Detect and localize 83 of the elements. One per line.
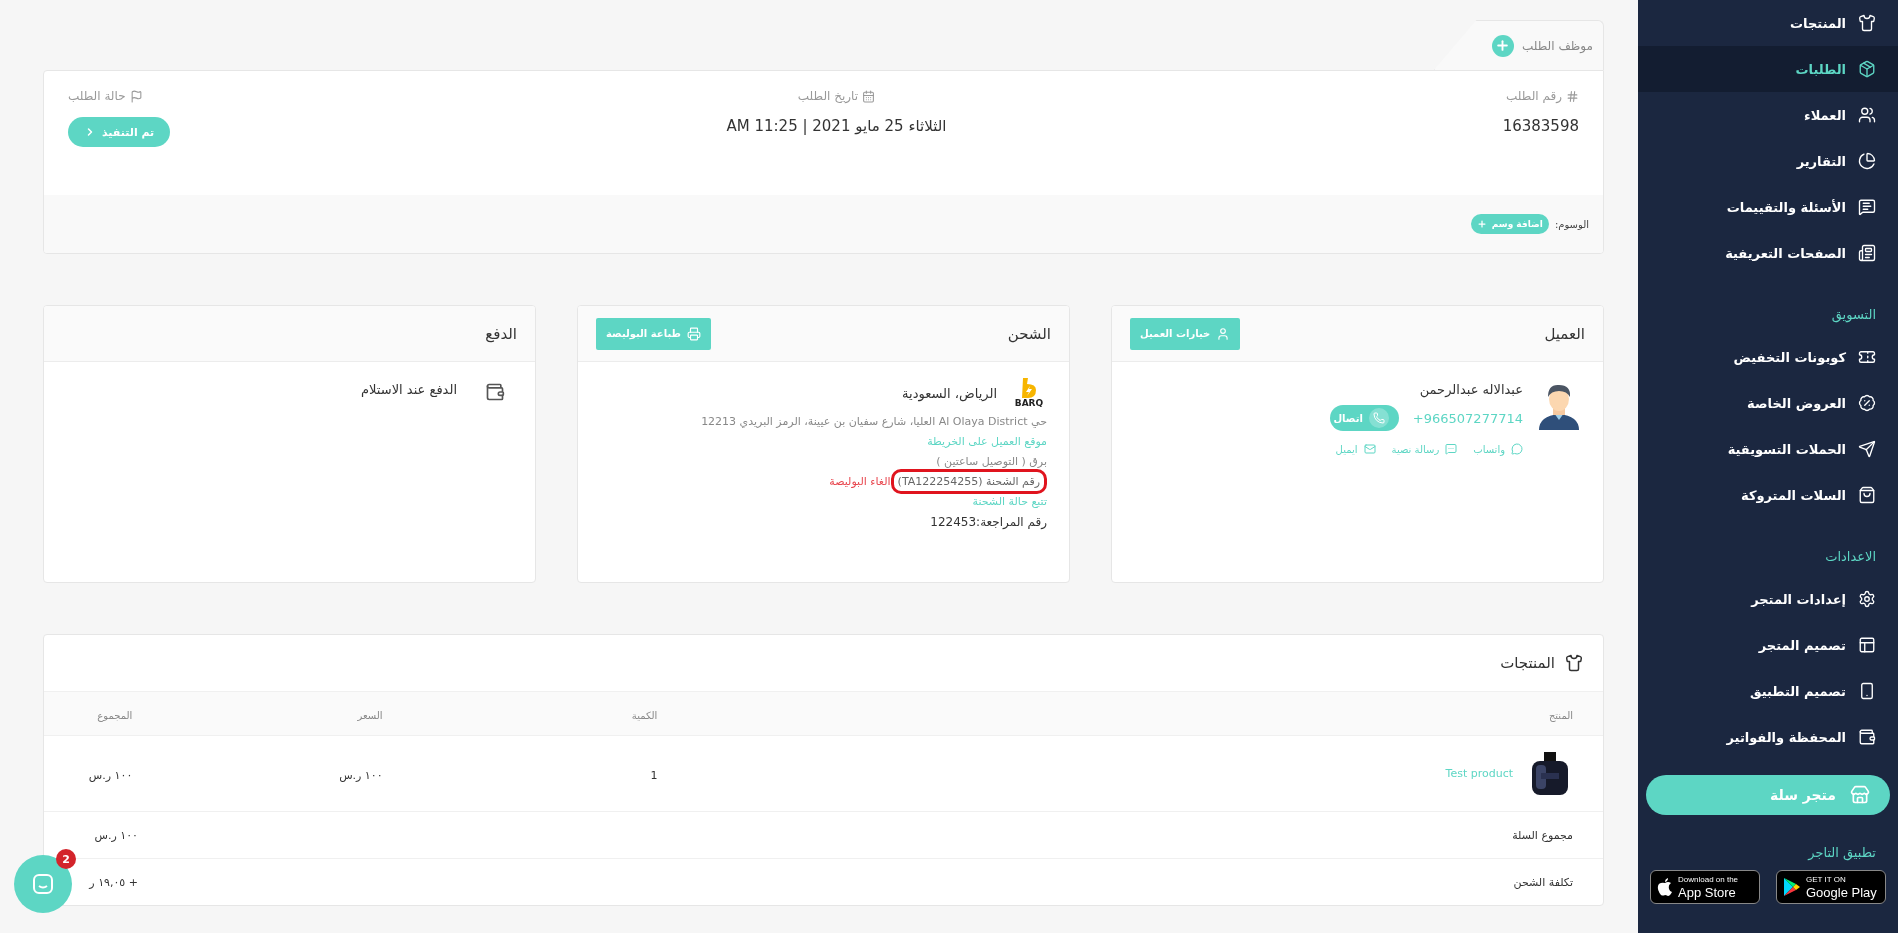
- app-section-title: تطبيق التاجر: [1806, 844, 1877, 863]
- newspaper-icon: [1858, 244, 1876, 262]
- layout-icon: [1858, 636, 1876, 654]
- chat-button[interactable]: [14, 855, 72, 913]
- price-cell: ١٠٠ ر.س: [339, 769, 383, 782]
- field-label: رقم الطلب: [1506, 89, 1579, 103]
- lightning-logo-icon: [1020, 378, 1038, 398]
- tags-label: الوسوم:: [1554, 218, 1589, 230]
- shirt-icon: [1858, 14, 1876, 32]
- card-title: العميل: [1544, 324, 1585, 343]
- shirt-icon: [1565, 654, 1583, 672]
- wallet-icon: [485, 382, 505, 402]
- cancel-link[interactable]: الغاء البوليصة: [829, 475, 891, 488]
- field-value: الثلاثاء 25 مايو 2021 | 11:25 AM: [726, 117, 947, 135]
- printer-icon: [686, 326, 701, 341]
- ticket-icon: [1858, 348, 1876, 366]
- message-icon: [1445, 443, 1458, 455]
- column-header: الكمية: [631, 710, 658, 721]
- card-title: الشحن: [1007, 324, 1051, 343]
- percent-badge-icon: [1858, 394, 1876, 412]
- sidebar-item[interactable]: الصفحات التعريفية: [1638, 230, 1898, 276]
- flag-icon: [129, 89, 143, 103]
- shipping-address: حي Al Olaya District العليا، شارع سفيان بن عيينة، الرمز البريدي 12213: [701, 415, 1047, 428]
- wallet-icon: [1858, 728, 1876, 746]
- sidebar-section-title: التسويق: [1830, 306, 1877, 325]
- card-title: المنتجات: [1500, 654, 1555, 672]
- column-header: المجموع: [97, 710, 133, 721]
- chat-icon: [31, 872, 55, 896]
- field-label: تاريخ الطلب: [797, 89, 876, 103]
- column-header: السعر: [357, 710, 383, 721]
- total-cell: ١٠٠ ر.س: [88, 769, 133, 782]
- sidebar-item[interactable]: إعدادات المتجر: [1638, 576, 1898, 622]
- field-label: حالة الطلب: [68, 89, 143, 103]
- column-header: المنتج: [1548, 710, 1573, 721]
- quantity-cell: 1: [650, 769, 658, 782]
- summary-label: مجموع السلة: [1512, 828, 1573, 842]
- sidebar-item[interactable]: العروض الخاصة: [1638, 380, 1898, 426]
- summary-value: ١٠٠ ر.س: [93, 828, 138, 842]
- sidebar-item[interactable]: التقارير: [1638, 138, 1898, 184]
- pie-chart-icon: [1858, 152, 1876, 170]
- shipment-number: رقم الشحنة (TA122254255): [890, 469, 1047, 494]
- users-icon: [1858, 106, 1876, 124]
- field-value: 16383598: [1502, 117, 1579, 135]
- sidebar-item[interactable]: المحفظة والفواتير: [1638, 714, 1898, 760]
- reference-number: رقم المراجعة:122453: [930, 515, 1047, 529]
- message-icon: [1858, 198, 1876, 216]
- sidebar-item[interactable]: تصميم المتجر: [1638, 622, 1898, 668]
- shipping-city: الرياض، السعودية: [902, 385, 997, 401]
- phone-icon: [1858, 682, 1876, 700]
- calendar-icon: [862, 89, 876, 103]
- sidebar-item[interactable]: العملاء: [1638, 92, 1898, 138]
- store-icon: [1850, 785, 1870, 805]
- plus-icon: [1476, 219, 1487, 229]
- hash-icon: [1566, 89, 1579, 103]
- sidebar-item[interactable]: الحملات التسويقية: [1638, 426, 1898, 472]
- mail-icon: [1363, 443, 1376, 455]
- customer-name: عبدالاله عبدالرحمن: [1419, 382, 1523, 397]
- sidebar-item[interactable]: الأسئلة والتقييمات: [1638, 184, 1898, 230]
- user-icon: [1216, 326, 1231, 341]
- apple-icon: [1657, 877, 1673, 897]
- bag-icon: [1858, 486, 1876, 504]
- play-triangle-icon: [1783, 877, 1801, 897]
- app-store-badge[interactable]: GET IT ON Google Play: [1776, 870, 1886, 904]
- payment-method: الدفع عند الاستلام: [361, 382, 457, 397]
- summary-value: + ١٩,٠٥ ر: [87, 875, 138, 889]
- box-icon: [1858, 60, 1876, 78]
- app-store-badge[interactable]: Download on the App Store: [1650, 870, 1760, 904]
- chat-bubble-icon: [1511, 443, 1523, 455]
- summary-label: تكلفة الشحن: [1513, 875, 1573, 889]
- shipping-method: برق ( التوصيل ساعتين ): [936, 455, 1047, 468]
- paper-plane-icon: [1858, 440, 1876, 458]
- avatar-icon: [1537, 382, 1581, 432]
- card-title: الدفع: [485, 324, 517, 343]
- sidebar-item[interactable]: المنتجات: [1638, 0, 1898, 46]
- sidebar-item[interactable]: السلات المتروكة: [1638, 472, 1898, 518]
- settings-icon: [1858, 590, 1876, 608]
- sidebar-item[interactable]: كوبونات التخفيض: [1638, 334, 1898, 380]
- phone-icon: [1372, 412, 1385, 424]
- sidebar-item[interactable]: الطلبات: [1638, 46, 1898, 92]
- sidebar-item[interactable]: تصميم التطبيق: [1638, 668, 1898, 714]
- add-icon: [1492, 34, 1514, 57]
- sidebar-section-title: الاعدادات: [1824, 548, 1877, 566]
- carrier-logo-text: BARQ: [1014, 398, 1044, 408]
